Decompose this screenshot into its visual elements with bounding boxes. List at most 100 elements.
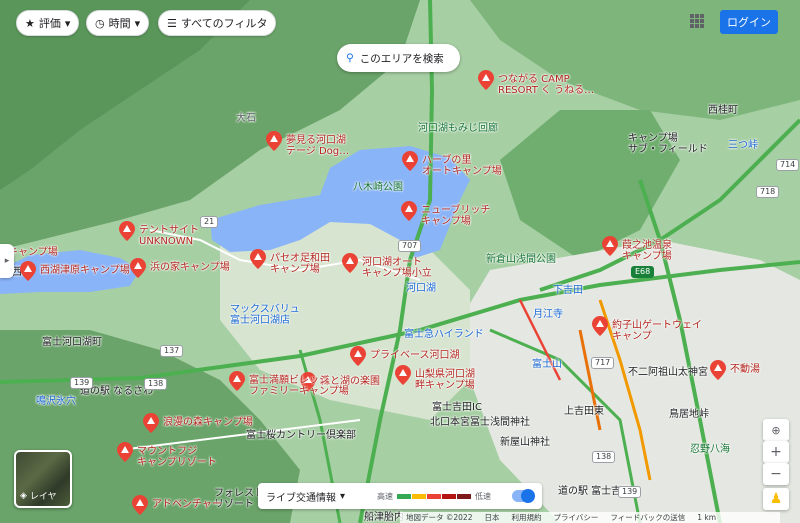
terms-link[interactable]: 利用規約 (511, 512, 541, 523)
place-label[interactable]: アドベンチャー (152, 499, 222, 510)
campsite-pin-icon[interactable] (592, 316, 608, 336)
campsite-pin-icon[interactable] (395, 365, 411, 385)
traffic-color-swatch (397, 493, 412, 499)
traffic-color-swatch (427, 493, 442, 499)
traffic-toggle-knob (521, 489, 535, 503)
map-footer: 地図データ ©2022 日本 利用規約 プライバシー フィードバックの送信 1 … (400, 512, 780, 523)
zoom-in-button[interactable]: + (763, 441, 789, 463)
place-label[interactable]: マウントフジ キャンプリゾート (137, 446, 217, 468)
place-label[interactable]: 月江寺 (533, 309, 563, 320)
traffic-legend: ライブ交通情報 ▾ 高速 低速 (258, 483, 542, 509)
campsite-pin-icon[interactable] (119, 221, 135, 241)
campsite-pin-icon[interactable] (132, 495, 148, 515)
all-filters-button[interactable]: ☰ すべてのフィルタ (158, 10, 277, 36)
place-label[interactable]: 鳴沢氷穴 (36, 396, 76, 407)
campsite-pin-icon[interactable] (710, 360, 726, 380)
clock-icon: ◷ (95, 16, 105, 30)
place-label[interactable]: 河口湖 (406, 283, 436, 294)
place-label[interactable]: 八木崎公園 (353, 182, 403, 193)
search-this-area-button[interactable]: ⚲ このエリアを検索 (337, 44, 460, 72)
plus-icon: + (770, 444, 782, 460)
traffic-color-scale (397, 493, 472, 499)
place-label[interactable]: つながる CAMP RESORT く うねる… (498, 74, 594, 96)
place-label[interactable]: 河口湖オート キャンプ場小立 (362, 257, 432, 279)
login-button[interactable]: ログイン (720, 10, 778, 34)
star-icon: ★ (25, 16, 35, 30)
map-data-attribution: 地図データ ©2022 (406, 513, 473, 522)
place-label[interactable]: 葭之池温泉 キャンプ場 (622, 240, 672, 262)
layers-button[interactable]: ◈ レイヤ (14, 450, 72, 508)
place-label[interactable]: 上吉田東 (564, 406, 604, 417)
place-label[interactable]: ニューブリッチ キャンプ場 (421, 205, 490, 227)
place-label[interactable]: キャンプ場 (8, 247, 58, 258)
place-label[interactable]: 北口本宮冨士浅間神社 (430, 417, 530, 428)
place-label[interactable]: ハーブの里 オートキャンプ場 (422, 155, 502, 177)
campsite-pin-icon[interactable] (143, 413, 159, 433)
place-label[interactable]: 夢見る河口湖 テージ Dog… (286, 135, 349, 157)
campsite-pin-icon[interactable] (130, 258, 146, 278)
place-label[interactable]: 不二阿祖山太神宮 (628, 367, 708, 378)
privacy-link[interactable]: プライバシー (553, 512, 598, 523)
street-view-pegman-button[interactable]: ♟ (763, 488, 789, 510)
place-label[interactable]: 富士満願ビレッジ ファミリーキャンプ場 (249, 375, 349, 397)
search-this-area-label: このエリアを検索 (359, 52, 444, 65)
apps-grid-icon[interactable] (690, 14, 704, 28)
road-number-badge: 21 (200, 216, 219, 228)
collapse-sidebar-button[interactable]: ▸ (0, 244, 14, 278)
place-label[interactable]: 富士河口湖町 (42, 337, 102, 348)
place-label[interactable]: マックスバリュ 富士河口湖店 (230, 304, 300, 326)
campsite-pin-icon[interactable] (20, 261, 36, 281)
place-label[interactable]: 忍野八海 (690, 444, 730, 455)
campsite-pin-icon[interactable] (266, 131, 282, 151)
campsite-pin-icon[interactable] (402, 151, 418, 171)
search-icon: ⚲ (346, 52, 354, 64)
place-label[interactable]: 富士桜カントリー倶楽部 (246, 430, 356, 441)
crosshair-icon: ⊕ (771, 423, 781, 437)
traffic-layer-dropdown[interactable]: ライブ交通情報 ▾ (266, 489, 345, 504)
traffic-toggle[interactable] (512, 489, 535, 503)
place-label[interactable]: 西湖津原キャンプ場 (40, 265, 130, 276)
place-label[interactable]: 約子山ゲートウェイ キャンプ (612, 320, 702, 342)
scale-label: 1 km (697, 513, 717, 522)
place-label[interactable]: テントサイト UNKNOWN (139, 225, 199, 247)
place-label[interactable]: 河口湖もみじ回廊 (418, 123, 498, 134)
feedback-link[interactable]: フィードバックの送信 (610, 512, 685, 523)
place-label[interactable]: 富士吉田IC (432, 402, 482, 413)
time-filter-button[interactable]: ◷ 時間 ▾ (86, 10, 150, 36)
place-label[interactable]: 三つ峠 (728, 140, 758, 151)
rating-filter-button[interactable]: ★ 評価 ▾ (16, 10, 80, 36)
place-label[interactable]: 浪漫の森キャンプ場 (163, 417, 253, 428)
campsite-pin-icon[interactable] (602, 236, 618, 256)
campsite-pin-icon[interactable] (401, 201, 417, 221)
road-number-badge: 138 (592, 451, 616, 463)
my-location-button[interactable]: ⊕ (763, 419, 789, 441)
zoom-out-button[interactable]: − (763, 463, 789, 485)
campsite-pin-icon[interactable] (342, 253, 358, 273)
campsite-pin-icon[interactable] (250, 249, 266, 269)
place-label[interactable]: 大石 (236, 113, 256, 124)
place-label[interactable]: 富士山 (532, 359, 562, 370)
traffic-color-swatch (442, 493, 457, 499)
campsite-pin-icon[interactable] (229, 371, 245, 391)
place-label[interactable]: 新屋山神社 (500, 437, 550, 448)
road-number-badge: E68 (631, 266, 655, 278)
campsite-pin-icon[interactable] (350, 346, 366, 366)
place-label[interactable]: 鳥居地峠 (669, 409, 709, 420)
campsite-pin-icon[interactable] (478, 70, 494, 90)
traffic-label: ライブ交通情報 (266, 492, 336, 504)
layers-icon: ◈ (20, 490, 27, 501)
place-label[interactable]: キャンプ場 サブ・フィールド (628, 133, 708, 155)
campsite-pin-icon[interactable] (117, 442, 133, 462)
country-link[interactable]: 日本 (484, 512, 499, 523)
place-label[interactable]: 下吉田 (553, 285, 583, 296)
place-label[interactable]: 船津胎内 (364, 512, 404, 523)
place-label[interactable]: 不動湯 (730, 364, 760, 375)
place-label[interactable]: 西桂町 (708, 105, 738, 116)
place-label[interactable]: パセオ足和田 キャンプ場 (270, 253, 330, 275)
place-label[interactable]: 富士急ハイランド (404, 329, 484, 340)
chevron-right-icon: ▸ (4, 256, 10, 266)
place-label[interactable]: プライベース河口湖 (370, 350, 460, 361)
place-label[interactable]: 浜の家キャンプ場 (150, 262, 230, 273)
place-label[interactable]: 山梨県河口湖 畔キャンプ場 (415, 369, 475, 391)
place-label[interactable]: 新倉山浅間公園 (486, 254, 556, 265)
